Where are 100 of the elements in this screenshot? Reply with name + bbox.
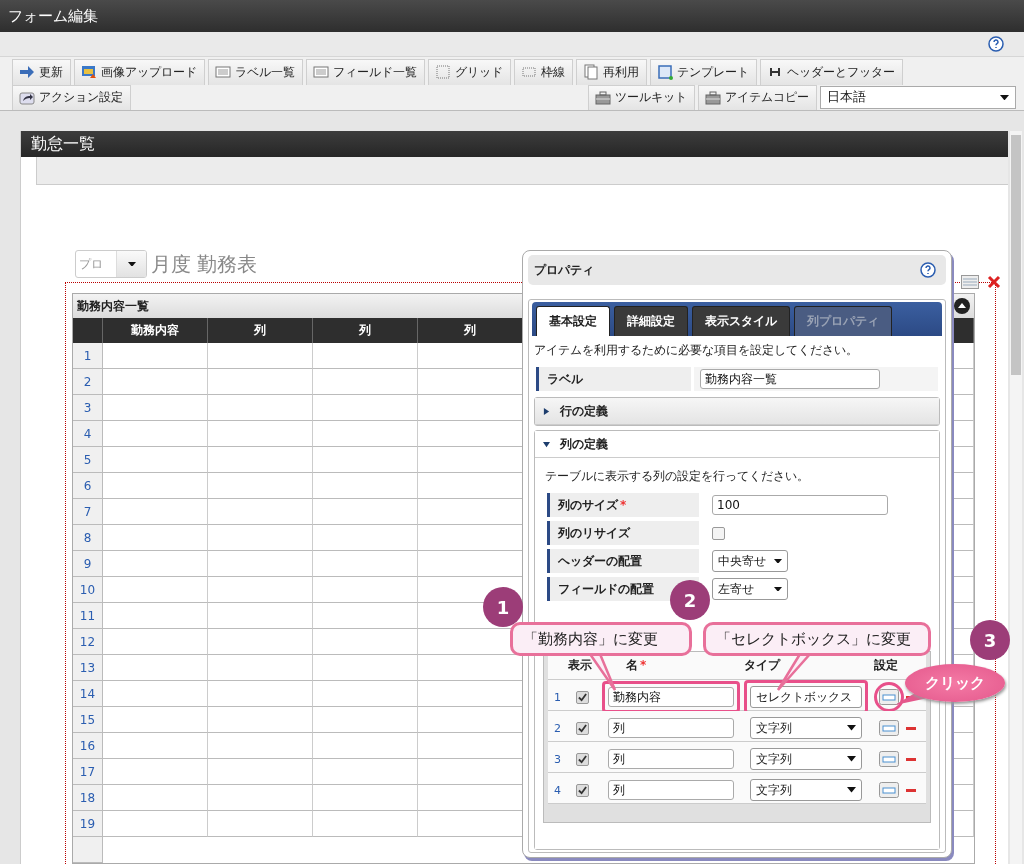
section-header[interactable]: 行の定義 (535, 398, 939, 425)
language-select[interactable]: 日本語 (820, 85, 1016, 109)
header-cell: 列 (208, 318, 313, 343)
delete-icon[interactable] (987, 275, 1001, 289)
checkbox[interactable] (576, 783, 589, 797)
checkbox[interactable] (712, 526, 725, 540)
checkbox[interactable] (576, 752, 589, 766)
row-number: 5 (73, 447, 103, 473)
column-name-input[interactable]: 列 (608, 780, 734, 800)
checkbox[interactable] (576, 690, 589, 704)
remove-icon[interactable] (906, 726, 916, 730)
form-heading: 月度 勤務表 (151, 250, 258, 278)
tab[interactable]: 表示スタイル (692, 306, 790, 336)
label-input[interactable]: 勤務内容一覧 (700, 369, 880, 389)
row-number: 1 (73, 343, 103, 369)
row-number: 2 (73, 369, 103, 395)
tab[interactable]: 詳細設定 (614, 306, 688, 336)
table-icon[interactable] (961, 275, 979, 289)
field-label: ラベル (536, 367, 691, 391)
toolbar-button[interactable]: 再利用 (576, 59, 647, 85)
row-number: 10 (73, 577, 103, 603)
description: テーブルに表示する列の設定を行ってください。 (544, 468, 810, 485)
settings-button[interactable] (879, 689, 899, 705)
row-number: 8 (73, 525, 103, 551)
field-label: 列のリサイズ (547, 521, 699, 545)
type-select[interactable]: セレクトボックス (750, 686, 862, 708)
toolbar-button[interactable]: グリッド (428, 59, 511, 85)
align-select[interactable]: 左寄せ (712, 578, 788, 600)
column-name-input[interactable]: 勤務内容 (608, 687, 734, 707)
share-icon (19, 89, 35, 106)
row-number: 4 (73, 421, 103, 447)
field-label: ヘッダーの配置 (547, 549, 699, 573)
collapse-icon[interactable] (954, 298, 970, 314)
row-number: 9 (73, 551, 103, 577)
settings-button[interactable] (879, 782, 899, 798)
toolbar-button[interactable]: ラベル一覧 (208, 59, 303, 85)
row-number: 17 (73, 759, 103, 785)
column-name-input[interactable]: 列 (608, 718, 734, 738)
toolbar-button[interactable]: ツールキット (588, 84, 695, 110)
column-header: 名 * (626, 657, 648, 674)
template-icon (657, 64, 673, 81)
briefcase-icon (595, 89, 611, 106)
section-header[interactable]: 列の定義 (535, 431, 939, 458)
toolbar-button[interactable]: テンプレート (650, 59, 757, 85)
description: アイテムを利用するために必要な項目を設定してください。 (533, 342, 859, 359)
checkbox[interactable] (576, 721, 589, 735)
type-select[interactable]: 文字列 (750, 717, 862, 739)
row-number: 16 (73, 733, 103, 759)
header-cell: 勤務内容 (103, 318, 208, 343)
caret-icon (1000, 94, 1009, 100)
row-number: 2 (553, 721, 562, 735)
row-number: 19 (73, 811, 103, 837)
document-icon (583, 64, 599, 81)
help-icon[interactable] (920, 262, 936, 278)
row-number: 4 (553, 783, 562, 797)
row-number: 15 (73, 707, 103, 733)
remove-icon[interactable] (906, 788, 916, 792)
row-number: 7 (73, 499, 103, 525)
toolbar-button[interactable]: フィールド一覧 (306, 59, 425, 85)
settings-button[interactable] (879, 720, 899, 736)
caret-icon (774, 586, 782, 592)
row-number (73, 837, 103, 863)
column-name-input[interactable]: 列 (608, 749, 734, 769)
toolbar-button[interactable]: アイテムコピー (698, 84, 817, 110)
header-cell: 列 (313, 318, 418, 343)
toolbar-button[interactable]: アクション設定 (12, 84, 131, 110)
help-icon[interactable] (988, 36, 1004, 52)
header-cell: 列 (418, 318, 523, 343)
caret-icon (847, 756, 856, 762)
caret-icon (774, 558, 782, 564)
field-label: 列のサイズ * (547, 493, 699, 517)
caret-icon (847, 725, 856, 731)
grid-icon (435, 64, 451, 81)
row-number: 14 (73, 681, 103, 707)
type-select[interactable]: 文字列 (750, 748, 862, 770)
row-number: 13 (73, 655, 103, 681)
scrollbar[interactable] (1010, 131, 1022, 864)
row-number: 3 (73, 395, 103, 421)
row-number: 12 (73, 629, 103, 655)
toolbar-button[interactable]: ヘッダーとフッター (760, 59, 903, 85)
toolbar-button[interactable]: 画像アップロード (74, 59, 205, 85)
row-number: 1 (553, 690, 562, 704)
align-select[interactable]: 中央寄せ (712, 550, 788, 572)
type-select[interactable]: 文字列 (750, 779, 862, 801)
table-title: 勤務内容一覧 (77, 297, 149, 315)
toolbar-button[interactable]: 更新 (12, 59, 71, 85)
settings-button[interactable] (879, 751, 899, 767)
row-number: 3 (553, 752, 562, 766)
caret-icon (543, 440, 550, 448)
size-input[interactable]: 100 (712, 495, 888, 515)
toolbar-button[interactable]: 枠線 (514, 59, 573, 85)
column-header: 設定 (874, 657, 899, 674)
row-number: 6 (73, 473, 103, 499)
column-header: 表示 (568, 657, 593, 674)
row-number: 11 (73, 603, 103, 629)
tab[interactable]: 基本設定 (536, 306, 610, 336)
column-header: タイプ (744, 657, 782, 674)
caret-icon (543, 407, 550, 415)
remove-icon[interactable] (906, 757, 916, 761)
row-number: 18 (73, 785, 103, 811)
